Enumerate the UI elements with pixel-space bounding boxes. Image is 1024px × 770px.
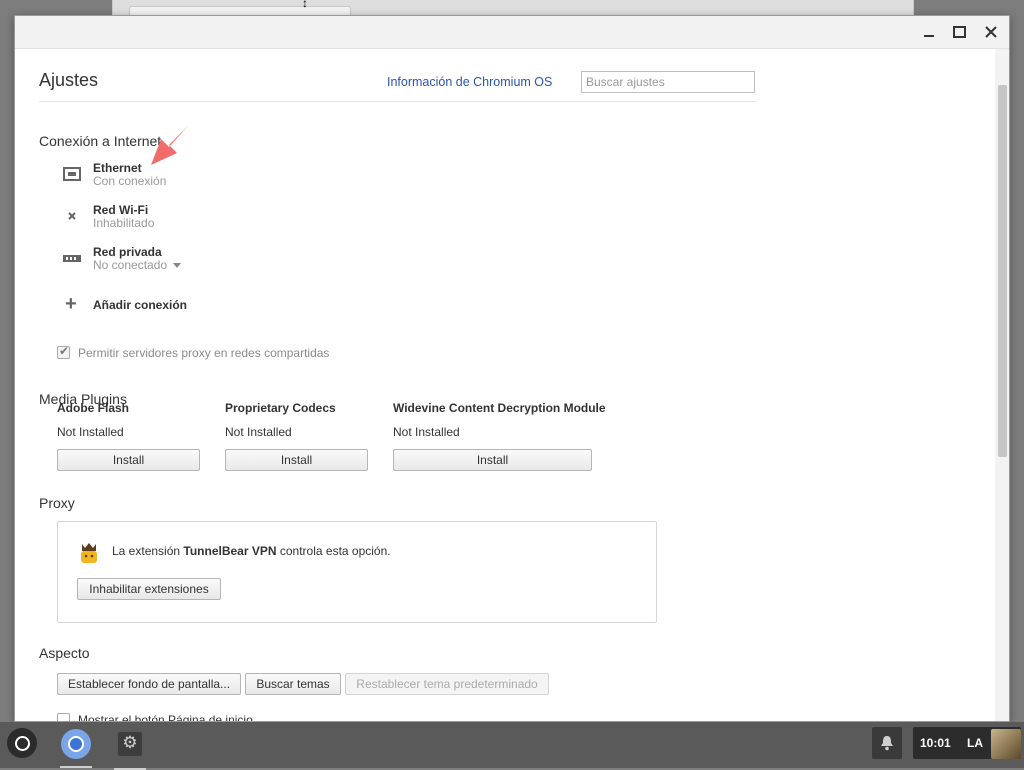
checkmark-icon: ✔ <box>59 344 70 358</box>
ext-text-before: La extensión <box>112 544 184 558</box>
get-themes-button[interactable]: Buscar temas <box>245 673 341 695</box>
plugin-status: Not Installed <box>57 425 124 439</box>
search-settings-input[interactable] <box>581 71 755 93</box>
minimize-button[interactable] <box>919 22 939 42</box>
page-title: Ajustes <box>39 70 99 90</box>
disable-extensions-button[interactable]: Inhabilitar extensiones <box>77 578 221 600</box>
vpn-icon <box>63 255 81 262</box>
plugin-name: Proprietary Codecs <box>225 401 336 415</box>
shelf: ⚙ 10:01 LA <box>0 722 1024 770</box>
plugin-status: Not Installed <box>225 425 292 439</box>
add-connection-button[interactable]: + Añadir conexión <box>63 293 263 315</box>
add-connection-label: Añadir conexión <box>93 298 188 312</box>
bell-icon <box>881 736 893 751</box>
ethernet-icon <box>63 167 81 181</box>
vertical-scrollbar[interactable] <box>995 49 1009 721</box>
set-wallpaper-button[interactable]: Establecer fondo de pantalla... <box>57 673 241 695</box>
plugin-name: Widevine Content Decryption Module <box>393 401 606 415</box>
ext-text-after: controla esta opción. <box>276 544 391 558</box>
header-divider <box>39 101 756 102</box>
user-avatar <box>991 729 1021 759</box>
network-item-ethernet[interactable]: Ethernet Con conexión <box>63 161 363 193</box>
install-proprietary-codecs-button[interactable]: Install <box>225 449 368 471</box>
network-status-text: No conectado <box>93 258 168 272</box>
close-button[interactable] <box>981 22 1001 42</box>
plugin-name: Adobe Flash <box>57 401 130 415</box>
network-name: Red privada <box>93 245 162 259</box>
network-status: Inhabilitado <box>93 216 155 230</box>
settings-window: Ajustes Información de Chromium OS Conex… <box>14 15 1010 722</box>
chevron-down-icon[interactable] <box>173 263 182 269</box>
network-item-vpn[interactable]: Red privada No conectado <box>63 245 363 277</box>
maximize-button[interactable] <box>949 22 969 42</box>
tunnelbear-extension-icon <box>81 543 97 563</box>
settings-app-button[interactable]: ⚙ <box>114 730 146 770</box>
network-status: Con conexión <box>93 174 167 188</box>
home-button-checkbox[interactable] <box>57 713 70 721</box>
install-adobe-flash-button[interactable]: Install <box>57 449 200 471</box>
proxy-controlled-box: La extensión TunnelBear VPN controla est… <box>57 521 657 623</box>
about-chromium-link[interactable]: Información de Chromium OS <box>387 75 552 89</box>
settings-content: Ajustes Información de Chromium OS Conex… <box>15 49 995 721</box>
network-status: No conectado <box>93 258 182 272</box>
network-name: Ethernet <box>93 161 142 175</box>
home-button-label: Mostrar el botón Página de inicio <box>78 713 253 722</box>
close-icon <box>985 26 997 38</box>
network-item-wifi[interactable]: Red Wi-Fi Inhabilitado <box>63 203 363 235</box>
system-tray[interactable]: 10:01 LA <box>913 727 1021 759</box>
appearance-section-title: Aspecto <box>39 645 90 661</box>
launcher-circle-icon <box>15 736 30 751</box>
input-method-indicator: LA <box>967 736 983 750</box>
proxy-section-title: Proxy <box>39 495 75 511</box>
maximize-icon <box>952 26 966 38</box>
chromium-app-button[interactable] <box>60 728 92 768</box>
plugin-status: Not Installed <box>393 425 460 439</box>
reset-theme-button[interactable]: Restablecer tema predeterminado <box>345 673 549 695</box>
scrollbar-thumb[interactable] <box>998 85 1007 457</box>
install-widevine-button[interactable]: Install <box>393 449 592 471</box>
proxy-shared-networks-checkbox[interactable]: ✔ <box>57 344 70 359</box>
clock: 10:01 <box>920 736 951 750</box>
minimize-icon <box>924 35 934 37</box>
gear-icon: ⚙ <box>122 733 138 752</box>
proxy-shared-networks-label: Permitir servidores proxy en redes compa… <box>78 346 330 360</box>
title-bar[interactable] <box>15 16 1009 49</box>
extension-name: TunnelBear VPN <box>183 544 277 558</box>
internet-section-title: Conexión a Internet <box>39 133 162 149</box>
plus-icon: + <box>65 293 77 315</box>
notifications-button[interactable] <box>872 727 902 759</box>
chromium-icon <box>61 729 91 759</box>
extension-control-message: La extensión TunnelBear VPN controla est… <box>112 544 391 558</box>
app-launcher-button[interactable] <box>7 728 37 758</box>
wifi-disabled-icon <box>68 212 76 220</box>
network-name: Red Wi-Fi <box>93 203 149 217</box>
mouse-cursor-icon: ↕ <box>302 0 308 10</box>
